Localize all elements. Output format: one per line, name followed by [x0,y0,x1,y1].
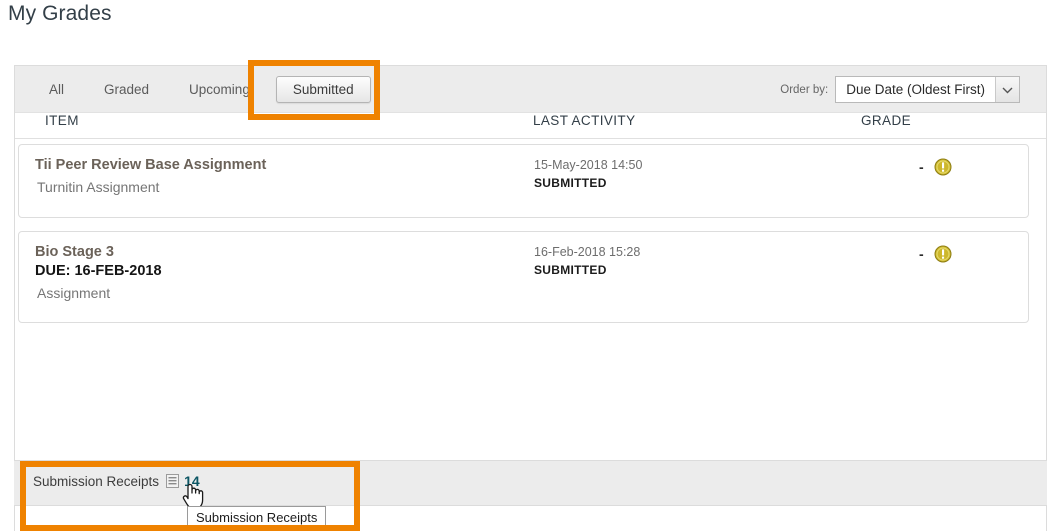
filter-bar: All Graded Upcoming Submitted Order by: … [15,66,1046,113]
order-by-label: Order by: [780,83,829,96]
assignment-title[interactable]: Bio Stage 3 [35,243,162,262]
tab-upcoming[interactable]: Upcoming [169,66,270,113]
activity-date: 15-May-2018 14:50 [534,158,643,172]
column-header-last-activity: LAST ACTIVITY [533,113,636,128]
assignment-due-date: DUE: 16-FEB-2018 [35,263,162,279]
column-headers: ITEM LAST ACTIVITY GRADE [15,113,1046,139]
page-title: My Grades [8,2,112,25]
order-by-select[interactable]: Due Date (Oldest First) [835,76,1020,103]
row-last-activity: 15-May-2018 14:50 SUBMITTED [534,157,642,192]
status-badge: SUBMITTED [534,263,607,277]
column-header-item: ITEM [45,113,79,128]
submission-receipts-count[interactable]: 14 [184,473,200,489]
status-badge: SUBMITTED [534,176,607,190]
exclamation-circle-icon [934,245,952,263]
grade-value: - [919,246,924,262]
submission-receipts-label: Submission Receipts [33,473,160,489]
exclamation-circle-icon [934,158,952,176]
submission-receipts-bar: Submission Receipts 14 [14,460,1047,506]
column-header-grade: GRADE [861,113,912,128]
order-by-value: Due Date (Oldest First) [846,82,985,97]
table-row[interactable]: Bio Stage 3 DUE: 16-FEB-2018 Assignment … [18,231,1029,323]
receipt-document-icon[interactable] [159,474,184,488]
submission-receipts-link[interactable]: Submission Receipts 14 [33,473,200,489]
assignment-title[interactable]: Tii Peer Review Base Assignment [35,156,266,175]
activity-date: 16-Feb-2018 15:28 [534,245,641,259]
row-item-info: Tii Peer Review Base Assignment Turnitin… [35,156,266,197]
order-by-control: Order by: Due Date (Oldest First) [780,66,1020,113]
tab-all[interactable]: All [29,66,84,113]
tooltip: Submission Receipts [187,506,327,531]
assignment-type: Turnitin Assignment [37,179,160,195]
row-last-activity: 16-Feb-2018 15:28 SUBMITTED [534,244,640,279]
grade-filter-tabs: All Graded Upcoming Submitted [29,66,377,113]
chevron-down-icon[interactable] [995,77,1019,102]
row-grade: - [919,158,952,176]
tab-submitted[interactable]: Submitted [275,76,371,103]
row-grade: - [919,245,952,263]
tab-graded[interactable]: Graded [84,66,169,113]
grade-value: - [919,159,924,175]
row-item-info: Bio Stage 3 DUE: 16-FEB-2018 Assignment [35,243,162,303]
grade-list: Tii Peer Review Base Assignment Turnitin… [15,144,1046,336]
table-row[interactable]: Tii Peer Review Base Assignment Turnitin… [18,144,1029,218]
assignment-type: Assignment [37,285,111,301]
